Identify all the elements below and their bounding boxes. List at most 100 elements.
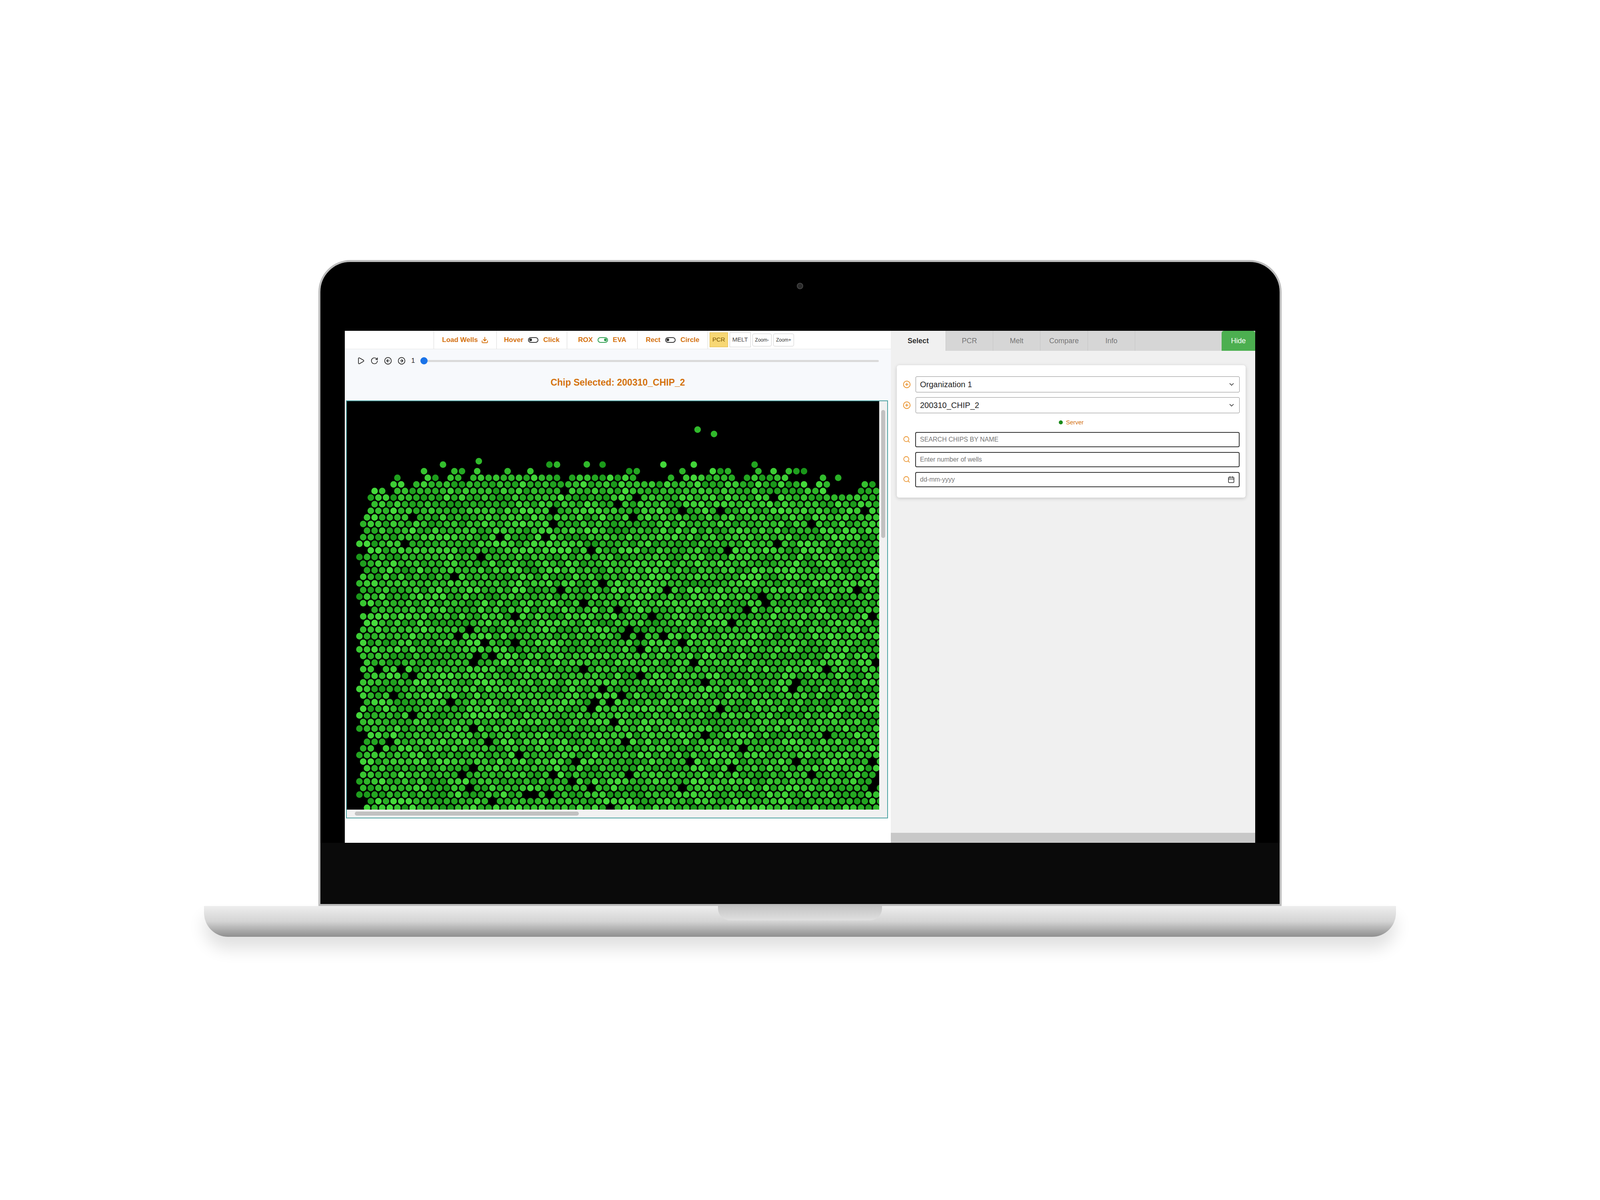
- well[interactable]: [572, 626, 580, 633]
- well[interactable]: [652, 606, 659, 613]
- well[interactable]: [523, 553, 530, 560]
- well[interactable]: [686, 547, 694, 554]
- well[interactable]: [603, 639, 610, 646]
- well[interactable]: [530, 500, 538, 508]
- well[interactable]: [603, 666, 610, 673]
- well[interactable]: [436, 586, 443, 594]
- well[interactable]: [466, 494, 473, 501]
- well[interactable]: [713, 540, 720, 547]
- well[interactable]: [542, 666, 549, 673]
- well[interactable]: [439, 500, 446, 508]
- well[interactable]: [401, 514, 408, 521]
- well[interactable]: [606, 566, 614, 574]
- well[interactable]: [633, 626, 640, 633]
- well[interactable]: [553, 566, 560, 574]
- well[interactable]: [770, 639, 777, 646]
- well[interactable]: [527, 586, 534, 594]
- well[interactable]: [808, 586, 815, 594]
- well[interactable]: [375, 586, 382, 594]
- well[interactable]: [550, 573, 557, 580]
- well[interactable]: [842, 553, 849, 560]
- well[interactable]: [432, 580, 439, 587]
- well[interactable]: [641, 652, 648, 660]
- well[interactable]: [519, 626, 526, 633]
- well[interactable]: [367, 547, 374, 554]
- well[interactable]: [443, 626, 450, 633]
- well[interactable]: [394, 593, 401, 600]
- well[interactable]: [789, 566, 796, 574]
- well[interactable]: [850, 632, 857, 640]
- well[interactable]: [865, 580, 872, 587]
- well[interactable]: [736, 553, 743, 560]
- well[interactable]: [831, 520, 838, 528]
- well[interactable]: [690, 500, 697, 508]
- well[interactable]: [606, 487, 614, 494]
- well[interactable]: [492, 659, 500, 666]
- well[interactable]: [861, 573, 868, 580]
- well[interactable]: [762, 494, 770, 501]
- well[interactable]: [675, 500, 682, 508]
- well[interactable]: [842, 659, 849, 666]
- well[interactable]: [572, 600, 580, 607]
- well[interactable]: [808, 494, 815, 501]
- well[interactable]: [629, 632, 636, 640]
- well[interactable]: [606, 619, 614, 626]
- well[interactable]: [360, 652, 367, 660]
- well[interactable]: [633, 600, 640, 607]
- well[interactable]: [679, 573, 686, 580]
- well[interactable]: [409, 659, 416, 666]
- well[interactable]: [686, 652, 694, 660]
- well[interactable]: [584, 659, 591, 666]
- well[interactable]: [489, 600, 496, 607]
- well[interactable]: [485, 527, 492, 534]
- well[interactable]: [360, 560, 367, 567]
- well[interactable]: [436, 652, 443, 660]
- well[interactable]: [694, 626, 701, 633]
- well[interactable]: [519, 600, 526, 607]
- well[interactable]: [538, 540, 545, 547]
- well[interactable]: [713, 606, 720, 613]
- well[interactable]: [367, 652, 374, 660]
- well[interactable]: [702, 639, 709, 646]
- well[interactable]: [686, 586, 694, 594]
- well[interactable]: [637, 553, 644, 560]
- well[interactable]: [580, 639, 587, 646]
- well[interactable]: [838, 547, 846, 554]
- well[interactable]: [724, 639, 732, 646]
- well[interactable]: [550, 494, 557, 501]
- well[interactable]: [588, 613, 595, 620]
- well[interactable]: [842, 500, 849, 508]
- well[interactable]: [728, 580, 735, 587]
- well[interactable]: [690, 514, 697, 521]
- well[interactable]: [416, 487, 424, 494]
- well[interactable]: [546, 553, 553, 560]
- well[interactable]: [698, 514, 705, 521]
- well[interactable]: [405, 600, 412, 607]
- well[interactable]: [755, 534, 762, 541]
- well[interactable]: [686, 600, 694, 607]
- well[interactable]: [770, 534, 777, 541]
- well[interactable]: [751, 606, 758, 613]
- well[interactable]: [508, 580, 515, 587]
- well[interactable]: [382, 613, 390, 620]
- well[interactable]: [515, 606, 522, 613]
- well[interactable]: [758, 500, 766, 508]
- well[interactable]: [504, 666, 511, 673]
- well[interactable]: [572, 534, 580, 541]
- well[interactable]: [595, 586, 602, 594]
- well[interactable]: [356, 646, 363, 653]
- well[interactable]: [515, 514, 522, 521]
- well[interactable]: [743, 632, 750, 640]
- well[interactable]: [641, 534, 648, 541]
- well[interactable]: [367, 666, 374, 673]
- well[interactable]: [409, 527, 416, 534]
- well[interactable]: [382, 652, 390, 660]
- well[interactable]: [728, 553, 735, 560]
- well[interactable]: [804, 580, 811, 587]
- well[interactable]: [504, 600, 511, 607]
- well[interactable]: [618, 573, 625, 580]
- well[interactable]: [698, 553, 705, 560]
- well[interactable]: [702, 560, 709, 567]
- well[interactable]: [413, 534, 420, 541]
- well[interactable]: [865, 527, 872, 534]
